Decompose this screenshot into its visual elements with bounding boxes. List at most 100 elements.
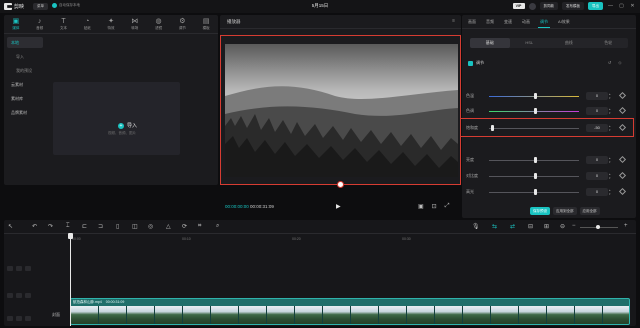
link-main-icon[interactable]: ⇆ [492,223,497,230]
minimize-icon[interactable]: — [607,2,614,10]
tab-audio-insp[interactable]: 音频 [484,15,496,28]
split-icon[interactable]: ⌶ [66,223,70,230]
stepper-icon[interactable]: ▴ ▾ [609,92,613,100]
tab-sticker[interactable]: ◔ 贴纸 [75,15,99,33]
lock-icon[interactable] [7,266,13,271]
publish-template-button[interactable]: 发布模板 [562,2,584,10]
aspect-icon[interactable]: ⊡ [432,203,437,210]
export-button[interactable]: 导出 [588,2,603,10]
select-icon[interactable]: ↖ [8,223,13,230]
side-item-library[interactable]: 素材库 [7,93,43,104]
tab-effects[interactable]: ✦ 特效 [99,15,123,33]
eye-icon[interactable] [16,266,22,271]
preview-progress-handle[interactable] [337,181,344,188]
reset-icon[interactable]: ↺ [608,60,611,65]
value-input[interactable]: 0 [586,156,608,164]
player-menu-icon[interactable]: ≡ [452,18,455,24]
lock-icon[interactable] [7,316,13,321]
preview-axis-icon[interactable]: ⊞ [544,223,549,230]
keyframe-icon[interactable]: ◇ [618,60,621,65]
audio-mute-icon[interactable] [25,293,31,298]
eye-icon[interactable] [16,316,22,321]
split-right-icon[interactable]: ⊐ [98,223,103,230]
side-item-local[interactable]: 本地 [7,37,43,48]
fullscreen-icon[interactable]: ⤢ [445,203,450,210]
value-input[interactable]: 0 [586,172,608,180]
slider-knob[interactable] [534,173,537,179]
stepper-icon[interactable]: ▴ ▾ [609,107,613,115]
import-dropzone[interactable] [53,82,180,155]
tab-speed[interactable]: 变速 [502,15,514,28]
menu-button[interactable]: 菜单 [33,3,48,10]
zoom-out-icon[interactable]: ⊖ [560,223,565,230]
rotate-icon[interactable]: ⟳ [182,223,187,230]
seg-hsl[interactable]: HSL [510,38,550,48]
keyframe-icon[interactable] [618,106,627,115]
video-clip[interactable]: 航拍森林山脉.mp4 00:00:31:09 [70,298,630,325]
keyframe-icon[interactable] [618,91,627,100]
keyframe-icon[interactable] [618,187,627,196]
split-left-icon[interactable]: ⊏ [82,223,87,230]
seg-color-wheel[interactable]: 色轮 [589,38,629,48]
tab-picture[interactable]: 画面 [466,15,478,28]
tab-adjust-insp[interactable]: 调节 [538,15,550,28]
redo-icon[interactable]: ↷ [48,223,53,230]
audio-mute-icon[interactable] [25,266,31,271]
tab-ai-effects[interactable]: AI效果 [556,15,572,28]
audio-mute-icon[interactable] [25,316,31,321]
freeze-icon[interactable]: ◫ [132,223,138,230]
close-icon[interactable]: ✕ [629,2,636,10]
play-icon[interactable]: ▶ [336,203,341,210]
crop-icon[interactable]: ⌗ [198,223,201,230]
slider-knob[interactable] [534,157,537,163]
side-item-cloud[interactable]: 云素材 [7,79,43,90]
template-button[interactable]: 剪同款 [539,2,558,10]
apply-everything-button[interactable]: 应用全部 [579,207,600,215]
value-input[interactable]: 0 [586,107,608,115]
lock-icon[interactable] [7,293,13,298]
value-input[interactable]: 0 [586,188,608,196]
tab-filter[interactable]: ◍ 滤镜 [147,15,171,33]
vip-badge[interactable]: VIP [512,3,525,9]
tab-template[interactable]: ▤ 模板 [194,15,218,33]
reverse-icon[interactable]: ◎ [148,223,153,230]
checkbox-icon[interactable] [468,60,473,66]
zoom-slider-knob[interactable] [596,225,600,229]
tab-media[interactable]: ▣ 媒体 [4,15,28,33]
playhead-handle[interactable] [68,233,73,239]
slider-knob[interactable] [534,93,537,99]
mirror-icon[interactable]: △ [166,223,171,230]
undo-icon[interactable]: ↶ [32,223,37,230]
mic-icon[interactable]: 🎙 [472,223,480,230]
maximize-icon[interactable]: ▢ [618,2,625,10]
adjust-section-header[interactable]: 调节 [468,60,484,66]
stepper-icon[interactable]: ▴ ▾ [609,156,613,164]
more-icon[interactable]: ⌕ [216,223,219,230]
delete-icon[interactable]: ▯ [116,223,119,230]
side-item-brand[interactable]: 品牌素材 [7,107,43,118]
stepper-icon[interactable]: ▴ ▾ [609,172,613,180]
zoom-plus-icon[interactable]: + [624,223,628,229]
ratio-icon[interactable]: ▣ [418,203,424,210]
side-item-presets[interactable]: 我的预设 [7,65,43,76]
slider-knob[interactable] [534,108,537,114]
keyframe-icon[interactable] [618,171,627,180]
tab-text[interactable]: T 文本 [52,15,76,33]
tab-transition[interactable]: ⋈ 转场 [123,15,147,33]
save-preset-button[interactable]: 保存预设 [530,207,550,215]
tab-audio[interactable]: ♪ 音频 [28,15,52,33]
import-button[interactable]: + 导入 [118,122,137,129]
apply-all-button[interactable]: 应用到全部 [553,207,577,215]
avatar[interactable] [528,2,536,10]
tab-adjust[interactable]: ⚙ 调节 [170,15,194,33]
side-item-import[interactable]: 导入 [7,51,43,62]
value-input[interactable]: 0 [586,92,608,100]
seg-curve[interactable]: 曲线 [549,38,589,48]
snap-icon[interactable]: ⊟ [528,223,533,230]
slider-knob[interactable] [534,189,537,195]
eye-icon[interactable] [16,293,22,298]
tab-animation[interactable]: 动画 [520,15,532,28]
zoom-minus-icon[interactable]: − [572,223,576,229]
keyframe-icon[interactable] [618,155,627,164]
link-sub-icon[interactable]: ⇄ [510,223,515,230]
